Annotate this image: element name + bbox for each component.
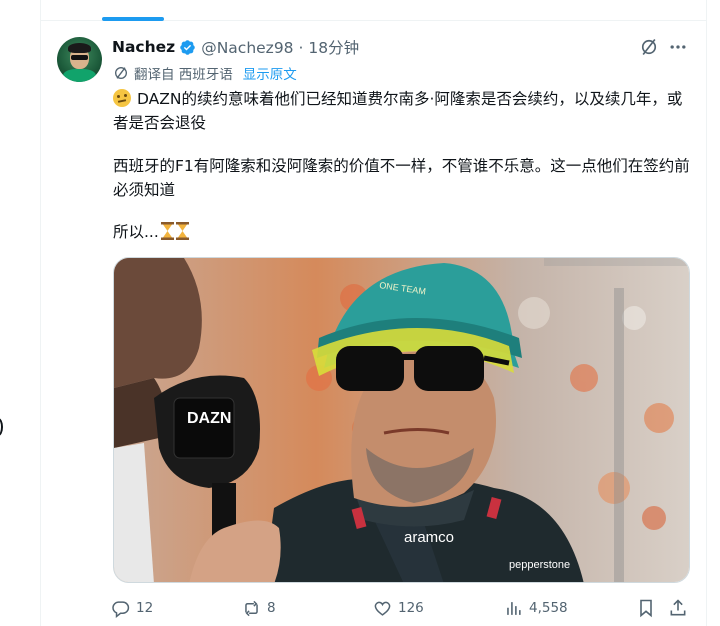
like-button[interactable]: 126 [373,596,424,620]
display-name[interactable]: Nachez [112,38,175,56]
mic-brand-text: DAZN [187,410,231,427]
tweet-paragraph-3: 所以... [113,220,693,244]
views-count: 4,558 [529,600,568,616]
show-original-link[interactable]: 显示原文 [243,63,297,83]
tweet-header: Nachez @Nachez98 · 18分钟 [112,36,359,58]
timestamp[interactable]: 18分钟 [308,39,359,57]
views-button[interactable]: 4,558 [504,596,568,620]
tweet-paragraph-2: 西班牙的F1有阿隆索和没阿隆索的价值不一样，不管谁不乐意。这一点他们在签约前必须… [113,157,690,199]
thinking-face-emoji-icon [113,89,131,107]
paragraph-3-text: 所以... [113,223,159,241]
tweet-paragraph-1: DAZN的续约意味着他们已经知道费尔南多·阿隆索是否会续约，以及续几年，或者是否… [113,87,693,135]
sponsor-right-text: pepperstone [509,559,570,571]
translation-notice: 翻译自 西班牙语 显示原文 [113,63,297,83]
repost-count: 8 [267,600,276,616]
edge-partial-icon [0,418,3,436]
more-icon[interactable] [668,37,688,57]
active-tab-indicator [102,17,164,21]
hourglass-emoji-icon-2 [175,222,189,240]
timeline-right-border [706,0,707,626]
bookmark-icon[interactable] [636,596,656,620]
verified-badge-icon [180,39,195,55]
repost-button[interactable]: 8 [242,596,276,620]
hourglass-emoji-icon [160,222,174,240]
reply-count: 12 [136,600,154,616]
translated-from-label: 翻译自 西班牙语 [134,67,233,83]
handle[interactable]: @Nachez98 [201,39,293,57]
avatar[interactable] [57,37,102,82]
grok-icon[interactable] [639,37,659,57]
separator: · [298,39,304,57]
share-icon[interactable] [668,596,688,620]
timeline-left-border [40,0,41,626]
views-icon [507,601,521,615]
paragraph-1-text: DAZN的续约意味着他们已经知道费尔南多·阿隆索是否会续约，以及续几年，或者是否… [113,90,683,132]
shirt-sponsor-text: aramco [404,529,454,546]
tweet-actions: 12 8 126 4,558 [111,596,691,620]
handle-time: @Nachez98 · 18分钟 [201,36,359,58]
reply-button[interactable]: 12 [111,596,153,620]
like-icon [374,601,391,616]
reply-icon [112,600,130,618]
translate-icon [115,67,127,79]
repost-icon [245,600,258,616]
driver-interview-photo: aramco pepperstone ONE TEAM DAZN [114,258,689,582]
tweet-photo[interactable]: aramco pepperstone ONE TEAM DAZN [113,257,690,583]
like-count: 126 [398,600,424,616]
